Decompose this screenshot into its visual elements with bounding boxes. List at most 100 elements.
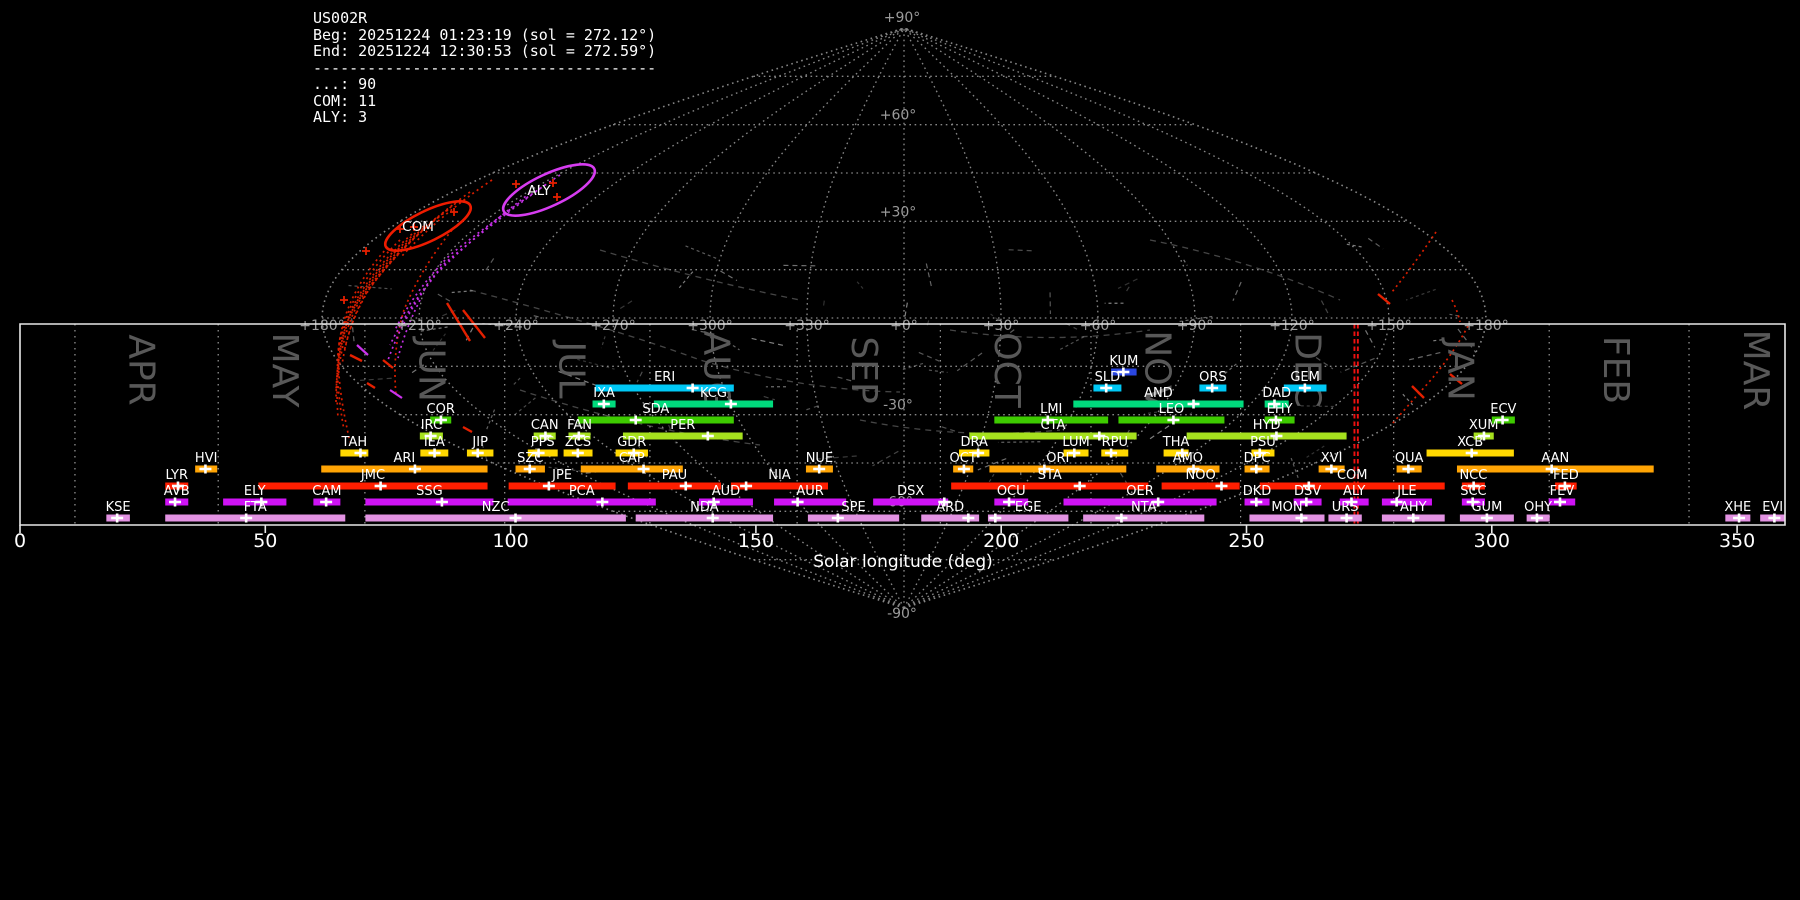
- shower-label-EGE: EGE: [1015, 500, 1042, 515]
- shower-label-HVI: HVI: [195, 451, 218, 466]
- shower-label-ECV: ECV: [1490, 402, 1516, 417]
- x-tick-label: 0: [14, 530, 26, 552]
- shower-bars-layer: KUM ERI SLD ORS GEM IXA KCG AND DAD COR SDA LMI LEO E…: [106, 354, 1786, 523]
- shower-label-JMC: JMC: [360, 468, 385, 483]
- shower-label-THA: THA: [1162, 435, 1190, 450]
- shower-bar-SDA: [577, 416, 734, 424]
- shower-label-FED: FED: [1553, 468, 1579, 483]
- shower-label-NIA: NIA: [768, 468, 791, 483]
- shower-label-CTA: CTA: [1041, 418, 1066, 433]
- shower-label-KCG: KCG: [700, 386, 727, 401]
- shower-label-PCA: PCA: [569, 484, 595, 499]
- shower-activity-chart: APR MAY JUN JUL AUG SEP OCT NOV DEC JAN FEB MARKUME…: [14, 323, 1786, 572]
- observation-header: US002R Beg: 20251224 01:23:19 (sol = 272…: [313, 9, 657, 126]
- shower-label-FEV: FEV: [1550, 484, 1575, 499]
- shower-label-ARI: ARI: [394, 451, 416, 466]
- shower-label-AHY: AHY: [1400, 500, 1427, 515]
- shower-label-COM: COM: [1337, 468, 1368, 483]
- shower-label-NZC: NZC: [482, 500, 510, 515]
- shower-bar-KCG: [653, 400, 774, 408]
- shower-label-OCT: OCT: [950, 451, 977, 466]
- shower-label-XVI: XVI: [1321, 451, 1343, 466]
- shower-label-CAP: CAP: [619, 451, 645, 466]
- shower-label-IEA: IEA: [424, 435, 445, 450]
- x-axis-title: Solar longitude (deg): [813, 552, 993, 572]
- shower-label-JIP: JIP: [471, 435, 488, 450]
- shower-label-OER: OER: [1126, 484, 1153, 499]
- shower-label-LMI: LMI: [1040, 402, 1062, 417]
- month-label-APR: APR: [121, 334, 162, 405]
- x-tick-label: 250: [1228, 530, 1264, 552]
- shower-label-QUA: QUA: [1395, 451, 1424, 466]
- shower-label-JPE: JPE: [551, 468, 572, 483]
- shower-label-ERI: ERI: [654, 370, 675, 385]
- shower-bar-STA: [951, 482, 1149, 490]
- shower-bar-PAU: [627, 482, 722, 490]
- shower-label-NCC: NCC: [1459, 468, 1487, 483]
- shower-label-LUM: LUM: [1062, 435, 1089, 450]
- radiant-map-screen: US002R Beg: 20251224 01:23:19 (sol = 272…: [0, 0, 1800, 900]
- shower-label-AND: AND: [1144, 386, 1173, 401]
- shower-label-NUE: NUE: [806, 451, 833, 466]
- x-axis: 0 50 100 150 200 250 300 350 Solar longitude (de…: [14, 525, 1755, 572]
- shower-label-AUR: AUR: [796, 484, 823, 499]
- x-tick-label: 150: [738, 530, 774, 552]
- shower-label-OCU: OCU: [997, 484, 1026, 499]
- shower-label-OHY: OHY: [1524, 500, 1552, 515]
- shower-bar-JMC: [258, 482, 488, 490]
- shower-label-SLD: SLD: [1095, 370, 1121, 385]
- shower-label-SPE: SPE: [841, 500, 865, 515]
- shower-label-GDR: GDR: [617, 435, 646, 450]
- shower-bar-NZC: [365, 514, 626, 522]
- shower-label-LEO: LEO: [1159, 402, 1185, 417]
- shower-bar-SPE: [807, 514, 900, 522]
- shower-label-DKD: DKD: [1243, 484, 1272, 499]
- shower-label-KUM: KUM: [1109, 354, 1138, 369]
- shower-label-NTA: NTA: [1131, 500, 1157, 515]
- x-tick-label: 200: [983, 530, 1019, 552]
- shower-label-ORS: ORS: [1199, 370, 1227, 385]
- month-label-OCT: OCT: [986, 332, 1027, 408]
- shower-label-DSV: DSV: [1294, 484, 1321, 499]
- shower-label-GUM: GUM: [1471, 500, 1502, 515]
- month-label-JUL: JUL: [550, 339, 591, 398]
- shower-bar-NTA: [1083, 514, 1205, 522]
- x-tick-label: 350: [1719, 530, 1755, 552]
- shower-label-XCB: XCB: [1457, 435, 1483, 450]
- shower-label-PAU: PAU: [662, 468, 687, 483]
- shower-label-NDA: NDA: [690, 500, 719, 515]
- shower-label-DPC: DPC: [1244, 451, 1271, 466]
- month-label-MAR: MAR: [1735, 330, 1776, 411]
- x-tick-label: 50: [253, 530, 277, 552]
- shower-bar-JPE: [508, 482, 616, 490]
- month-label-JAN: JAN: [1439, 337, 1480, 401]
- shower-label-PPS: PPS: [531, 435, 555, 450]
- shower-label-SDA: SDA: [642, 402, 669, 417]
- shower-label-SZC: SZC: [517, 451, 543, 466]
- shower-label-JLE: JLE: [1396, 484, 1416, 499]
- shower-bar-NDA: [635, 514, 774, 522]
- shower-label-HYD: HYD: [1253, 418, 1281, 433]
- shower-label-NOO: NOO: [1186, 468, 1216, 483]
- shower-label-TAH: TAH: [341, 435, 368, 450]
- shower-label-AMO: AMO: [1173, 451, 1203, 466]
- shower-label-FAN: FAN: [567, 418, 592, 433]
- month-label-MAY: MAY: [264, 333, 305, 409]
- shower-label-AAN: AAN: [1541, 451, 1569, 466]
- shower-label-LYR: LYR: [165, 468, 188, 483]
- shower-label-CAN: CAN: [531, 418, 559, 433]
- shower-label-AUD: AUD: [712, 484, 740, 499]
- shower-bar-FTA: [165, 514, 346, 522]
- shower-label-KSE: KSE: [106, 500, 131, 515]
- shower-bar-AUR: [774, 498, 847, 506]
- shower-label-DSX: DSX: [897, 484, 924, 499]
- month-label-FEB: FEB: [1595, 336, 1636, 404]
- shower-label-ELY: ELY: [244, 484, 266, 499]
- shower-label-DAD: DAD: [1262, 386, 1291, 401]
- shower-label-ALY: ALY: [1343, 484, 1365, 499]
- shower-label-MON: MON: [1271, 500, 1302, 515]
- x-tick-label: 100: [492, 530, 528, 552]
- month-label-SEP: SEP: [843, 336, 884, 403]
- shower-label-EHY: EHY: [1267, 402, 1293, 417]
- shower-label-XUM: XUM: [1469, 418, 1499, 433]
